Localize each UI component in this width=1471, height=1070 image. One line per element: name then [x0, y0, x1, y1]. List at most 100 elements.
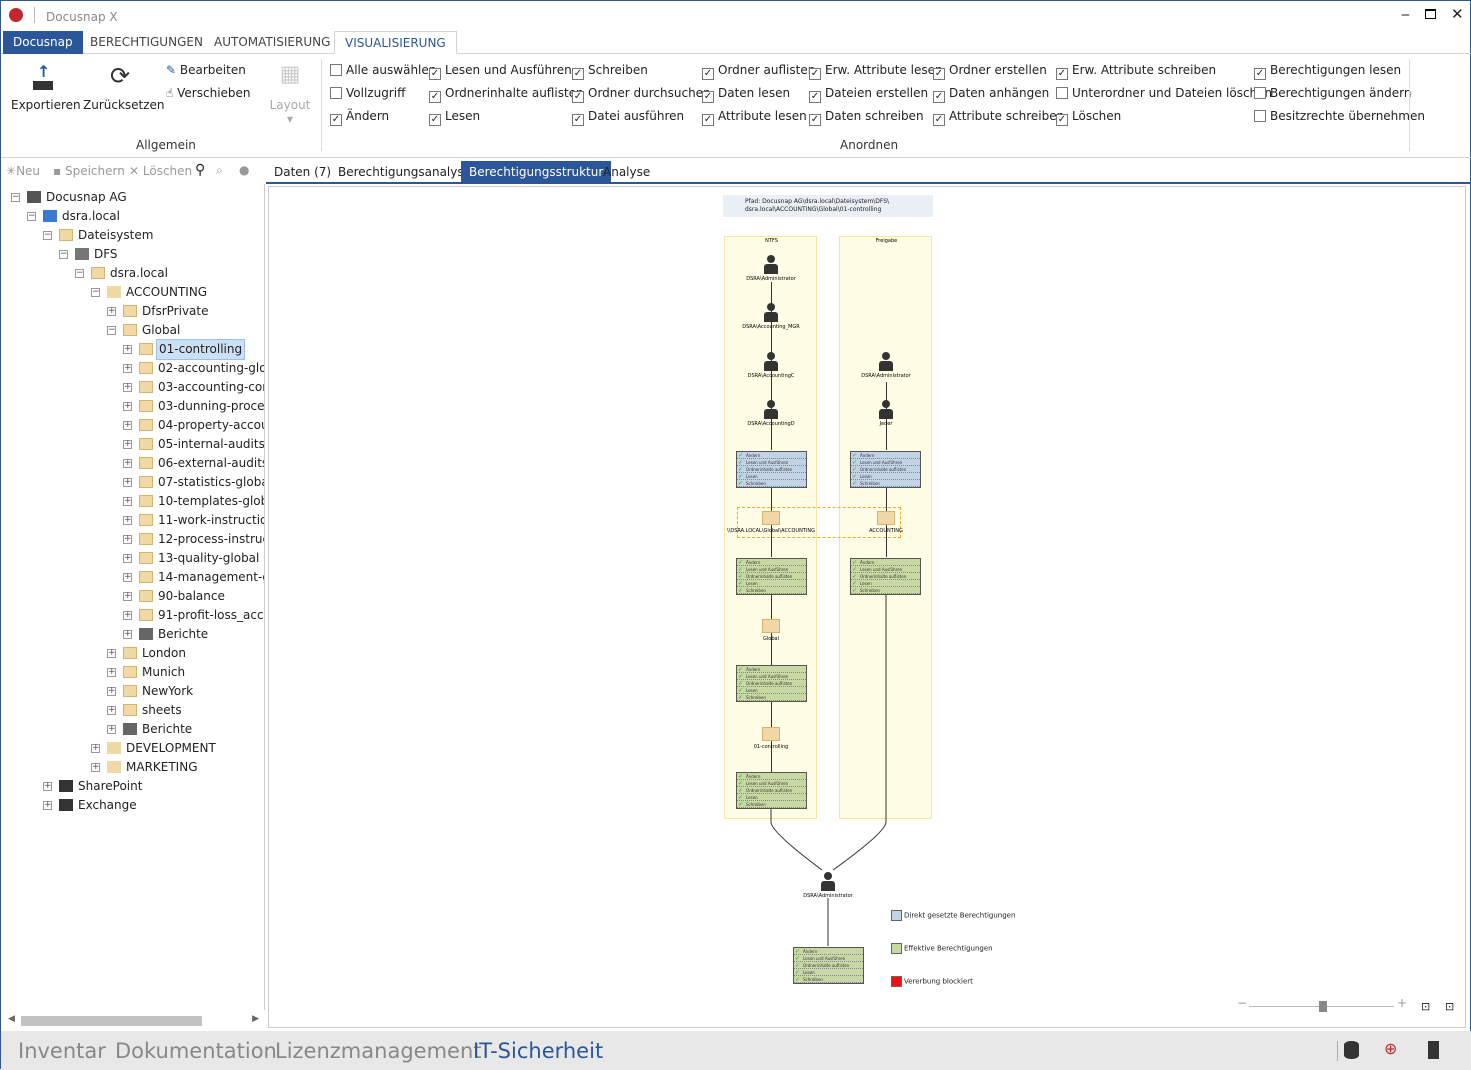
tree-node[interactable]: + 14-management-global — [123, 568, 264, 587]
expand-icon[interactable]: + — [123, 516, 132, 525]
expand-icon[interactable]: + — [107, 668, 116, 677]
play-icon[interactable]: ● — [239, 163, 249, 177]
expand-icon[interactable]: − — [59, 250, 68, 259]
tree-node[interactable]: + MARKETING — [91, 758, 264, 777]
checkbox-0-5[interactable]: ✓ Ordner erstellen — [933, 63, 1047, 80]
minimize-icon[interactable]: ‒ — [1401, 7, 1410, 23]
tree-node[interactable]: − Docusnap AG — [11, 188, 264, 207]
expand-icon[interactable]: − — [107, 326, 116, 335]
content-tab[interactable]: Analyse — [595, 161, 658, 184]
expand-icon[interactable]: + — [123, 554, 132, 563]
effective-permission-box[interactable]: ÄndernLesen und AusführenOrdnerinhalte a… — [793, 947, 864, 984]
tree-node[interactable]: + 03-dunning-process — [123, 397, 264, 416]
tree-node[interactable]: + 03-accounting-consolidation — [123, 378, 264, 397]
search-icon[interactable]: ⚲ — [195, 162, 205, 178]
zoom-slider[interactable]: − + — [1237, 996, 1407, 1013]
checkbox-1-3[interactable]: ✓ Daten lesen — [702, 86, 790, 103]
expand-icon[interactable]: − — [43, 231, 52, 240]
tree-node[interactable]: + 13-quality-global — [123, 549, 264, 568]
close-icon[interactable]: ✕ — [1451, 5, 1464, 23]
tree-node[interactable]: + Exchange — [43, 796, 264, 815]
checkbox-0-6[interactable]: ✓ Erw. Attribute schreiben — [1056, 63, 1216, 80]
expand-icon[interactable]: + — [107, 307, 116, 316]
checkbox-0-7[interactable]: ✓ Berechtigungen lesen — [1254, 63, 1401, 80]
checkbox-0-2[interactable]: ✓ Schreiben — [572, 63, 648, 80]
checkbox-2-6[interactable]: ✓ Löschen — [1056, 109, 1121, 126]
tab-automatisierung[interactable]: AUTOMATISIERUNG — [204, 31, 340, 54]
zoom-actual-icon[interactable]: ⊡ — [1445, 1000, 1454, 1013]
layout-button[interactable]: ▦ Layout ▾ — [265, 62, 315, 126]
tree-node[interactable]: + Berichte — [107, 720, 264, 739]
checkbox-2-3[interactable]: ✓ Attribute lesen — [702, 109, 807, 126]
module-lizenzmanagement[interactable]: Lizenzmanagement — [275, 1039, 481, 1063]
delete-button[interactable]: ✕ Löschen — [129, 164, 192, 178]
checkbox-0-3[interactable]: ✓ Ordner auflisten — [702, 63, 815, 80]
expand-icon[interactable]: + — [107, 706, 116, 715]
tree-node[interactable]: + 01-controlling — [123, 339, 264, 360]
tree-node[interactable]: + London — [107, 644, 264, 663]
tree-node[interactable]: − Global — [107, 321, 264, 340]
checkbox-2-1[interactable]: ✓ Lesen — [429, 109, 480, 126]
checkbox-2-5[interactable]: ✓ Attribute schreiben — [933, 109, 1064, 126]
expand-icon[interactable]: + — [123, 345, 132, 354]
tree-node[interactable]: + 11-work-instructions — [123, 511, 264, 530]
tree-node[interactable]: + 05-internal-audits — [123, 435, 264, 454]
user-icon[interactable] — [819, 872, 837, 892]
tab-berechtigungen[interactable]: BERECHTIGUNGEN — [80, 31, 213, 54]
content-tab[interactable]: Daten (7) — [266, 161, 339, 184]
expand-icon[interactable]: + — [123, 459, 132, 468]
content-tab[interactable]: Berechtigungsanalyse — [330, 161, 479, 184]
tree-node[interactable]: − DFS — [59, 245, 264, 264]
tree-node[interactable]: + 10-templates-global — [123, 492, 264, 511]
tab-visualisierung[interactable]: VISUALISIERUNG — [334, 31, 457, 54]
tree-node[interactable]: + 12-process-instructions — [123, 530, 264, 549]
expand-icon[interactable]: + — [123, 383, 132, 392]
zoom-fit-icon[interactable]: ⊡ — [1421, 1000, 1430, 1013]
tree-node[interactable]: + 06-external-audits — [123, 454, 264, 473]
export-button[interactable]: ↑ Exportieren — [11, 62, 81, 112]
checkbox-1-6[interactable]: Unterordner und Dateien löschen — [1056, 86, 1272, 100]
content-tab[interactable]: Berechtigungsstruktur — [461, 161, 612, 184]
expand-icon[interactable]: + — [91, 744, 100, 753]
checkbox-1-4[interactable]: ✓ Dateien erstellen — [809, 86, 928, 103]
tree-node[interactable]: + Munich — [107, 663, 264, 682]
module-dokumentation[interactable]: Dokumentation — [115, 1039, 277, 1063]
tree-node[interactable]: − Dateisystem — [43, 226, 264, 245]
maximize-icon[interactable] — [1425, 9, 1436, 19]
tree-node[interactable]: − ACCOUNTING — [91, 283, 264, 302]
tree-node[interactable]: + sheets — [107, 701, 264, 720]
checkbox-0-1[interactable]: ✓ Lesen und Ausführen — [429, 63, 572, 80]
checkbox-0-0[interactable]: Alle auswählen — [330, 63, 436, 77]
tree-node[interactable]: + 02-accounting-global — [123, 359, 264, 378]
expand-icon[interactable]: + — [123, 497, 132, 506]
server-run-icon[interactable] — [1428, 1041, 1439, 1059]
tree-node[interactable]: + DfsrPrivate — [107, 302, 264, 321]
tree-node[interactable]: + DEVELOPMENT — [91, 739, 264, 758]
tree-node[interactable]: + 91-profit-loss_accounting — [123, 606, 264, 625]
tree-node[interactable]: + NewYork — [107, 682, 264, 701]
expand-icon[interactable]: + — [123, 364, 132, 373]
tree-node[interactable]: + 07-statistics-global — [123, 473, 264, 492]
tree-node[interactable]: + Berichte — [123, 625, 264, 644]
edit-button[interactable]: ✎ Bearbeiten — [166, 63, 246, 77]
expand-icon[interactable]: − — [75, 269, 84, 278]
expand-icon[interactable]: + — [123, 478, 132, 487]
expand-icon[interactable]: + — [123, 421, 132, 430]
expand-icon[interactable]: − — [27, 212, 36, 221]
checkbox-1-7[interactable]: Berechtigungen ändern — [1254, 86, 1411, 100]
tab-docusnap[interactable]: Docusnap — [3, 31, 83, 54]
checkbox-1-2[interactable]: ✓ Ordner durchsuchen — [572, 86, 711, 103]
move-button[interactable]: ☝ Verschieben — [166, 86, 251, 100]
database-icon[interactable] — [1344, 1041, 1359, 1059]
expand-icon[interactable]: − — [91, 288, 100, 297]
expand-icon[interactable]: + — [123, 611, 132, 620]
expand-icon[interactable]: + — [107, 725, 116, 734]
expand-icon[interactable]: + — [123, 402, 132, 411]
web-connection-icon[interactable]: ⊕ — [1384, 1039, 1397, 1058]
permission-structure-diagram[interactable]: Pfad: Docusnap AG\dsra.local\Dateisystem… — [268, 186, 1466, 1028]
filter-search-icon[interactable]: ⌕ — [216, 163, 223, 178]
expand-icon[interactable]: + — [43, 801, 52, 810]
checkbox-2-2[interactable]: ✓ Datei ausführen — [572, 109, 684, 126]
checkbox-2-0[interactable]: ✓ Ändern — [330, 109, 389, 126]
tree-node[interactable]: − dsra.local — [75, 264, 264, 283]
